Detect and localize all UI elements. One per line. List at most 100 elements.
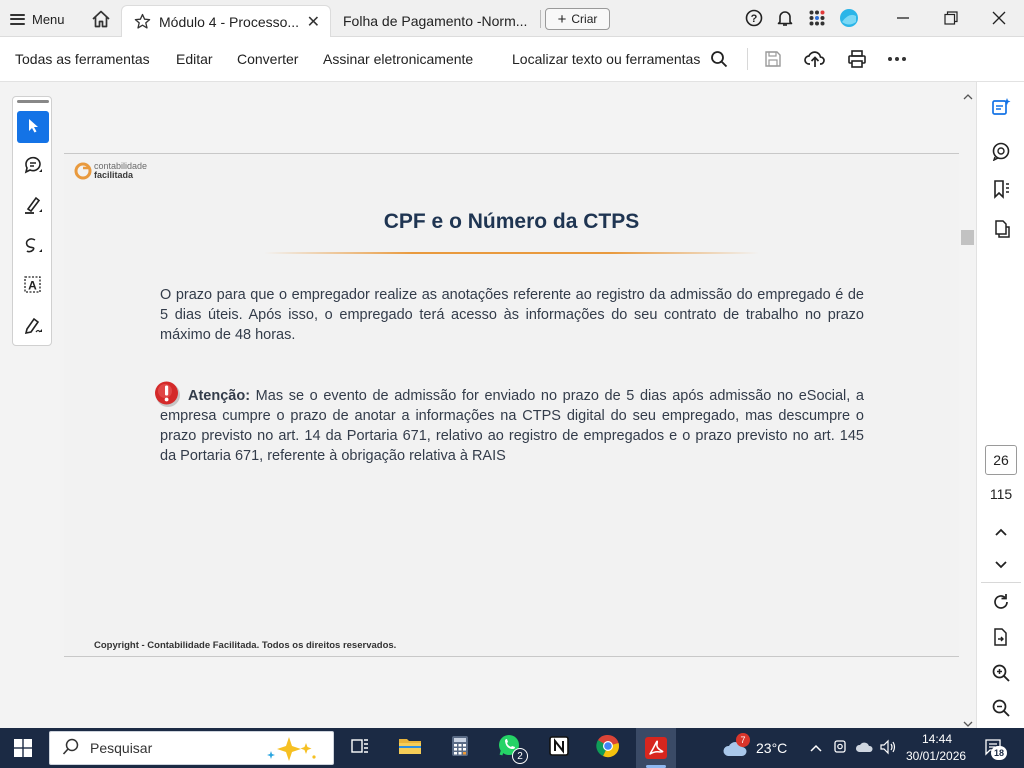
acrobat-icon bbox=[644, 736, 668, 765]
tab-modulo-4[interactable]: Módulo 4 - Processo... ✕ bbox=[121, 5, 331, 37]
copilot-sparkle-icon[interactable] bbox=[264, 735, 324, 766]
restore-button[interactable] bbox=[938, 6, 964, 30]
print-icon[interactable] bbox=[847, 49, 867, 69]
attention-label: Atenção: bbox=[188, 388, 251, 404]
draw-tool-button[interactable] bbox=[17, 231, 49, 263]
bell-icon[interactable] bbox=[775, 8, 795, 28]
title-bar: Menu Módulo 4 - Processo... ✕ Folha de P… bbox=[0, 0, 1024, 37]
tab-label: Módulo 4 - Processo... bbox=[159, 13, 300, 30]
logo-line2: facilitada bbox=[94, 170, 134, 180]
close-tab-icon[interactable]: ✕ bbox=[307, 12, 320, 32]
clock-date[interactable]: 30/01/2026 bbox=[906, 749, 966, 763]
weather-alert-badge: 7 bbox=[736, 733, 750, 747]
plus-icon: + bbox=[557, 10, 567, 28]
whatsapp-badge: 2 bbox=[512, 748, 528, 764]
notion-icon bbox=[548, 735, 570, 762]
next-page-button[interactable] bbox=[989, 554, 1013, 578]
tab-folha-de-pagamento[interactable]: Folha de Pagamento -Norm... bbox=[333, 5, 538, 37]
minimize-button[interactable] bbox=[890, 6, 916, 30]
avatar[interactable] bbox=[839, 8, 859, 28]
pages-panel-button[interactable] bbox=[989, 219, 1013, 243]
home-icon[interactable] bbox=[90, 8, 112, 30]
taskbar-chrome[interactable] bbox=[594, 734, 622, 762]
search-icon[interactable] bbox=[710, 50, 728, 68]
edit-button[interactable]: Editar bbox=[176, 51, 213, 67]
tray-camera-icon[interactable] bbox=[832, 739, 848, 760]
taskbar-search-box[interactable]: Pesquisar bbox=[49, 731, 334, 765]
apps-grid-icon[interactable] bbox=[807, 8, 827, 28]
highlight-tool-button[interactable] bbox=[17, 191, 49, 223]
help-icon[interactable]: ? bbox=[744, 8, 764, 28]
tab-label: Folha de Pagamento -Norm... bbox=[343, 13, 528, 29]
comments-panel-button[interactable] bbox=[989, 141, 1013, 165]
create-button[interactable]: + Criar bbox=[545, 8, 610, 30]
all-tools-button[interactable]: Todas as ferramentas bbox=[15, 51, 150, 67]
clock-time[interactable]: 14:44 bbox=[922, 732, 952, 746]
create-label: Criar bbox=[571, 12, 598, 26]
taskbar-calculator[interactable] bbox=[446, 734, 474, 762]
taskbar-notion[interactable] bbox=[545, 734, 573, 762]
show-hidden-icons-button[interactable] bbox=[809, 741, 823, 759]
paragraph-deadline: O prazo para que o empregador realize as… bbox=[160, 287, 864, 343]
quick-tools-bar: A bbox=[12, 96, 52, 346]
current-page-input[interactable]: 26 bbox=[985, 445, 1017, 475]
zoom-out-button[interactable] bbox=[989, 698, 1013, 722]
chevron-up-icon bbox=[994, 524, 1008, 542]
tab-separator bbox=[540, 10, 541, 28]
logo-icon bbox=[74, 162, 92, 180]
temperature-label: 23°C bbox=[756, 740, 788, 756]
scrollbar-thumb[interactable] bbox=[961, 230, 974, 245]
text-box-icon: A bbox=[22, 274, 44, 301]
task-view-button[interactable] bbox=[346, 734, 374, 762]
zoom-in-button[interactable] bbox=[989, 663, 1013, 687]
search-placeholder: Pesquisar bbox=[90, 740, 153, 756]
comment-tool-button[interactable] bbox=[17, 151, 49, 183]
windows-start-button[interactable] bbox=[14, 739, 32, 762]
find-button[interactable]: Localizar texto ou ferramentas bbox=[512, 51, 700, 67]
weather-widget[interactable]: 7 bbox=[722, 733, 752, 765]
taskbar-whatsapp[interactable]: 2 bbox=[496, 734, 528, 764]
comments-icon bbox=[991, 141, 1011, 166]
paragraph-attention: Atenção: Mas se o evento de admissão for… bbox=[160, 386, 864, 466]
calculator-icon bbox=[451, 735, 469, 762]
taskbar-acrobat-active[interactable] bbox=[636, 728, 676, 768]
ai-assistant-button[interactable] bbox=[989, 97, 1013, 121]
tray-onedrive-icon[interactable] bbox=[855, 740, 875, 759]
star-icon[interactable] bbox=[134, 13, 151, 30]
notification-center-button[interactable]: 18 bbox=[984, 737, 1007, 762]
convert-button[interactable]: Converter bbox=[237, 51, 298, 67]
select-tool-button[interactable] bbox=[17, 111, 49, 143]
search-icon bbox=[62, 738, 80, 759]
cloud-upload-icon[interactable] bbox=[804, 49, 826, 69]
toolbar: Todas as ferramentas Editar Converter As… bbox=[0, 37, 1024, 82]
task-view-icon bbox=[350, 737, 370, 760]
bookmarks-panel-button[interactable] bbox=[989, 179, 1013, 203]
speaker-icon[interactable] bbox=[879, 739, 897, 760]
total-pages: 115 bbox=[989, 486, 1013, 502]
vertical-scrollbar[interactable] bbox=[960, 82, 976, 728]
sign-button[interactable]: Assinar eletronicamente bbox=[323, 51, 473, 67]
company-logo: contabilidade facilitada bbox=[74, 162, 147, 180]
menu-button[interactable]: Menu bbox=[10, 8, 65, 30]
zoom-out-icon bbox=[991, 698, 1011, 723]
attention-text: Mas se o evento de admissão for enviado … bbox=[160, 388, 864, 464]
scroll-up-icon[interactable] bbox=[963, 88, 973, 106]
drag-handle[interactable] bbox=[17, 100, 49, 103]
cursor-icon bbox=[25, 117, 41, 138]
previous-page-button[interactable] bbox=[989, 521, 1013, 545]
sign-tool-button[interactable] bbox=[17, 311, 49, 343]
rotate-button[interactable] bbox=[989, 592, 1013, 616]
windows-logo-icon bbox=[14, 739, 32, 757]
freehand-icon bbox=[22, 234, 44, 261]
save-icon[interactable] bbox=[764, 50, 782, 68]
taskbar-file-explorer[interactable] bbox=[396, 734, 424, 762]
rotate-icon bbox=[991, 592, 1011, 617]
page-export-button[interactable] bbox=[989, 627, 1013, 651]
more-options-icon[interactable] bbox=[887, 50, 907, 68]
text-box-tool-button[interactable]: A bbox=[17, 271, 49, 303]
close-window-button[interactable] bbox=[986, 6, 1012, 30]
menu-label: Menu bbox=[32, 11, 65, 27]
notification-count-badge: 18 bbox=[991, 746, 1007, 760]
page-title: CPF e o Número da CTPS bbox=[383, 210, 640, 233]
chrome-icon bbox=[596, 734, 620, 763]
